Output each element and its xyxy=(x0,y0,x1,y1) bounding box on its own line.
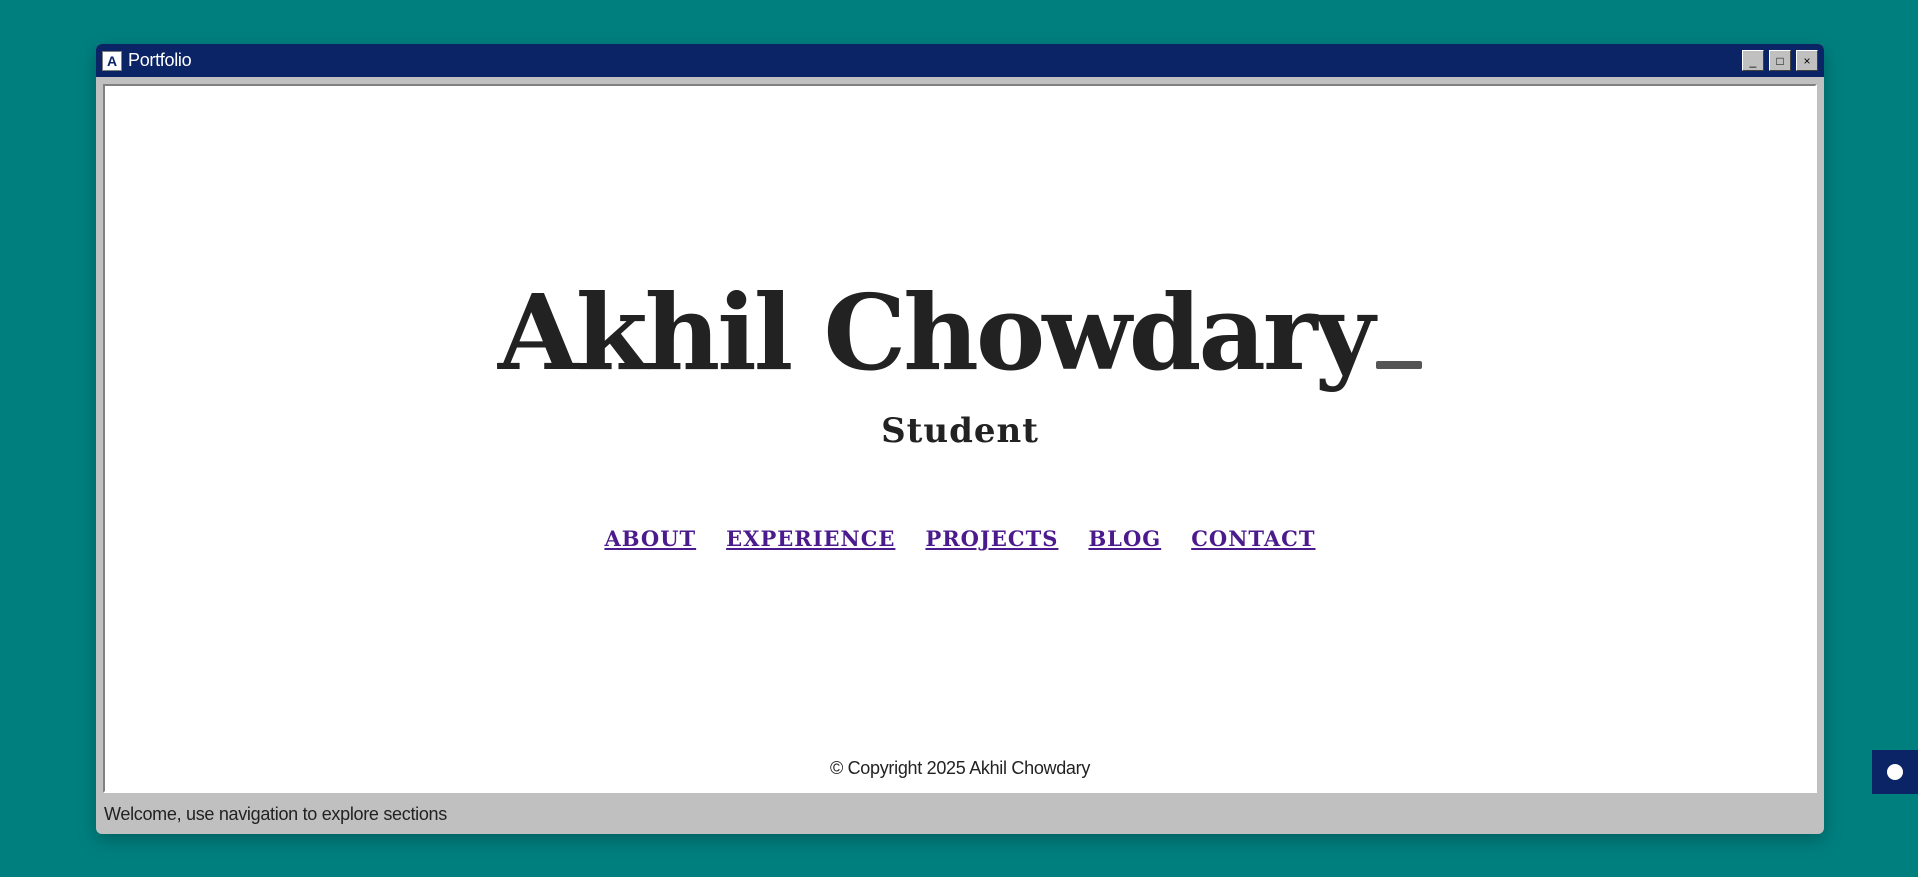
nav-link-blog[interactable]: BLOG xyxy=(1088,526,1161,551)
nav-link-contact[interactable]: CONTACT xyxy=(1191,526,1315,551)
copyright-footer: © Copyright 2025 Akhil Chowdary xyxy=(829,758,1091,778)
app-icon: A xyxy=(102,50,122,71)
close-button[interactable]: × xyxy=(1796,50,1818,71)
nav-link-about[interactable]: ABOUT xyxy=(604,526,696,551)
maximize-button[interactable]: □ xyxy=(1769,50,1791,71)
hero-heading: Akhil Chowdary xyxy=(105,281,1815,385)
nav-link-experience[interactable]: EXPERIENCE xyxy=(726,526,895,551)
floating-widget-button[interactable] xyxy=(1872,750,1918,794)
status-bar-text: Welcome, use navigation to explore secti… xyxy=(104,804,447,824)
blinking-cursor xyxy=(1376,361,1423,369)
main-navigation: ABOUT EXPERIENCE PROJECTS BLOG CONTACT xyxy=(105,526,1815,551)
content-area: Akhil Chowdary Student ABOUT EXPERIENCE … xyxy=(103,84,1817,793)
window-title: Portfolio xyxy=(128,50,192,70)
portfolio-window: A Portfolio _ □ × Akhil Chowdary Student… xyxy=(96,44,1824,834)
circle-icon xyxy=(1887,764,1903,780)
title-bar[interactable]: A Portfolio _ □ × xyxy=(96,44,1824,77)
minimize-button[interactable]: _ xyxy=(1742,50,1764,71)
hero-role: Student xyxy=(881,411,1039,451)
hero-name: Akhil Chowdary xyxy=(497,271,1375,394)
nav-link-projects[interactable]: PROJECTS xyxy=(925,526,1058,551)
